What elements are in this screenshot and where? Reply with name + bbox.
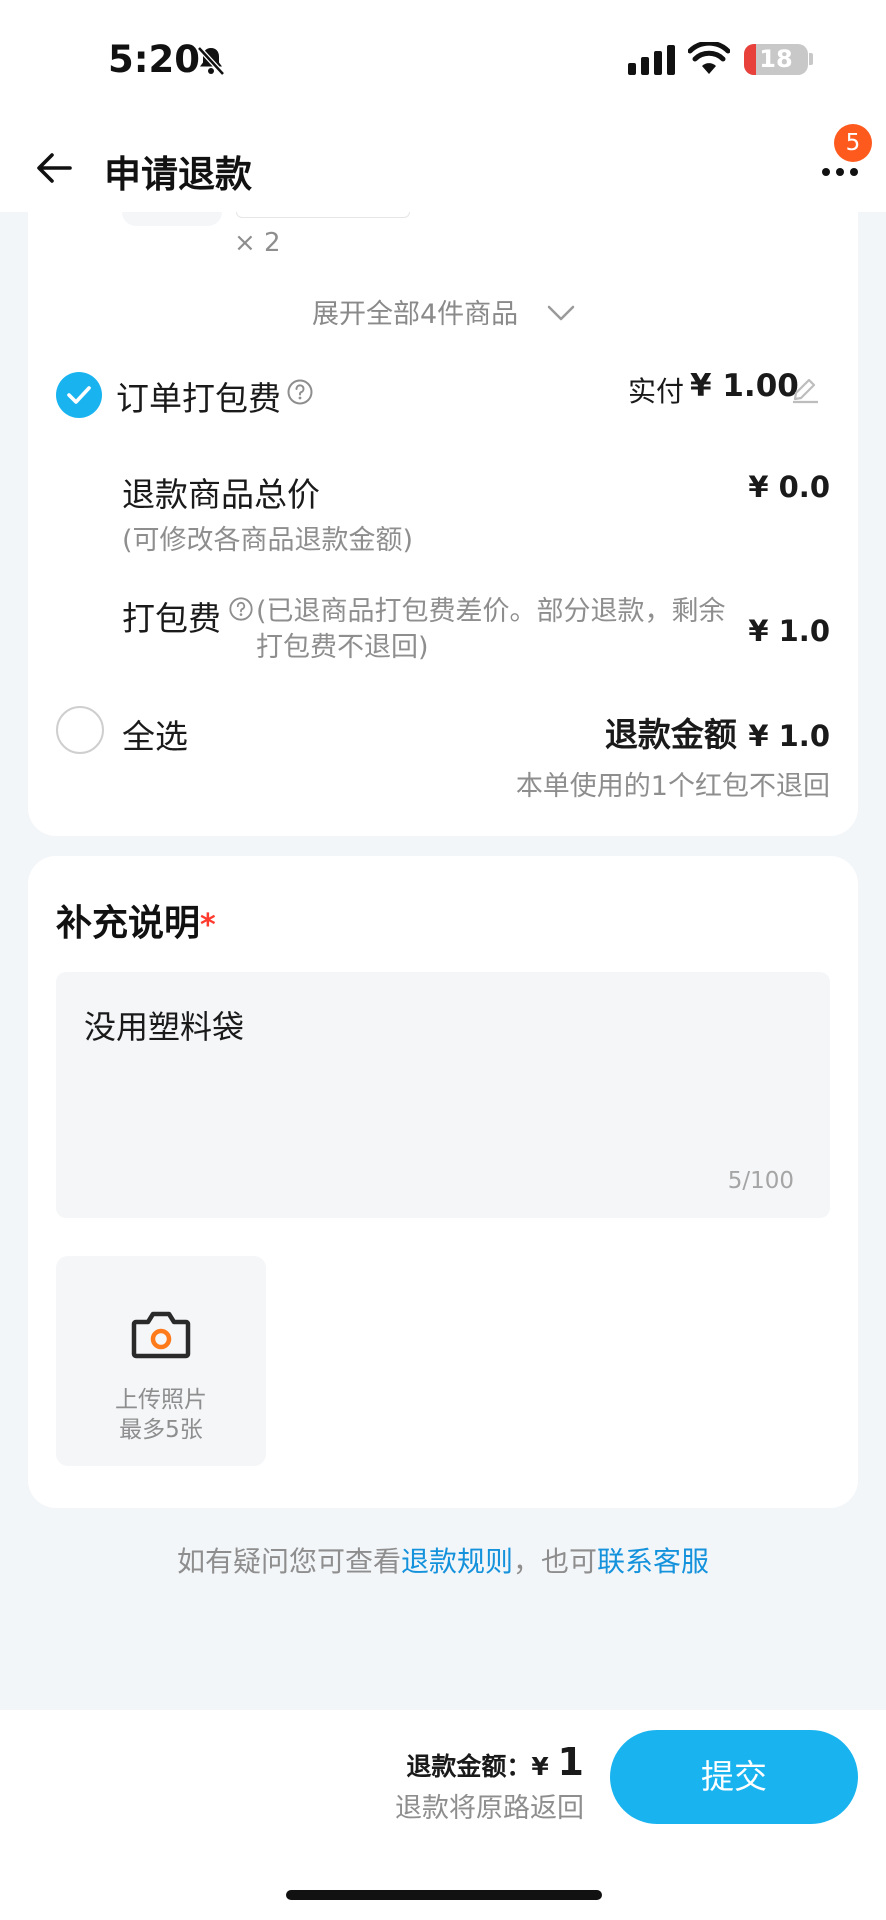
help-line: 如有疑问您可查看退款规则，也可联系客服 — [0, 1540, 886, 1580]
home-indicator[interactable] — [286, 1890, 602, 1900]
packing-fee-checkbox[interactable] — [56, 372, 102, 418]
battery-level: 18 — [759, 45, 793, 73]
select-all-label[interactable]: 全选 — [122, 710, 188, 758]
submit-button[interactable]: 提交 — [610, 1730, 858, 1824]
wifi-icon — [688, 42, 730, 74]
refund-amount-summary: 退款金额 ¥ 1.0 — [605, 708, 830, 756]
notification-badge: 5 — [834, 124, 872, 162]
description-text: 没用塑料袋 — [84, 1008, 245, 1046]
bell-muted-icon — [197, 46, 225, 76]
packing-fee-label: 订单打包费 — [116, 379, 281, 418]
footer-amount-label: 退款金额： — [406, 1752, 532, 1781]
fee-note: (已退商品打包费差价。部分退款，剩余打包费不退回) — [256, 596, 726, 663]
cellular-signal-icon — [628, 45, 675, 75]
expand-items-button[interactable]: 展开全部4件商品 — [312, 292, 518, 331]
status-time: 5:20 — [108, 38, 201, 81]
supplement-title-text: 补充说明 — [56, 903, 201, 944]
help-prefix: 如有疑问您可查看 — [176, 1545, 401, 1578]
upload-limit: 最多5张 — [119, 1417, 203, 1443]
paid-amount: ¥ 1.00 — [690, 368, 799, 404]
required-mark: * — [200, 908, 216, 943]
footer-amount: 退款金额：¥ 1 — [406, 1740, 584, 1784]
red-packet-note: 本单使用的1个红包不退回 — [515, 771, 830, 802]
help-circle-icon[interactable] — [286, 378, 314, 406]
refund-rules-link[interactable]: 退款规则 — [401, 1545, 513, 1578]
goods-total-label: 退款商品总价 — [122, 475, 320, 514]
upload-photo-button[interactable]: 上传照片 最多5张 — [56, 1256, 266, 1466]
contact-service-link[interactable]: 联系客服 — [597, 1545, 709, 1578]
description-textarea[interactable]: 没用塑料袋 5/100 — [56, 972, 830, 1218]
fee-value: ¥ 1.0 — [748, 614, 830, 648]
footer-currency: ¥ — [531, 1752, 549, 1781]
edit-pencil-icon[interactable] — [790, 372, 820, 404]
goods-total-hint: (可修改各商品退款金额) — [122, 525, 414, 556]
goods-total-value: ¥ 0.0 — [748, 470, 830, 504]
more-options-icon[interactable] — [818, 160, 866, 184]
bottom-bar: 退款金额：¥ 1 退款将原路返回 提交 — [0, 1710, 886, 1920]
footer-amount-value: 1 — [557, 1740, 584, 1784]
help-middle: ，也可 — [513, 1545, 598, 1578]
character-count: 5/100 — [727, 1168, 794, 1194]
checkmark-icon — [67, 386, 91, 404]
footer-note: 退款将原路返回 — [395, 1793, 584, 1824]
supplement-card: 补充说明* 没用塑料袋 5/100 上传照片 最多5张 — [28, 856, 858, 1508]
help-circle-icon[interactable] — [228, 596, 254, 622]
fee-label: 打包费 — [122, 599, 221, 638]
refund-amount-label: 退款金额 — [604, 715, 737, 754]
refund-amount-value: ¥ 1.0 — [748, 719, 830, 753]
product-spec-tag — [236, 212, 410, 218]
battery-icon: 18 — [744, 44, 808, 75]
paid-label: 实付 — [628, 375, 685, 408]
battery-cap — [809, 53, 813, 65]
camera-icon — [131, 1311, 191, 1359]
chevron-down-icon[interactable] — [546, 304, 576, 322]
supplement-title: 补充说明* — [56, 894, 216, 946]
nav-bar: 申请退款 5 — [0, 120, 886, 212]
product-thumbnail — [122, 212, 222, 226]
upload-label: 上传照片 — [115, 1387, 207, 1413]
status-bar: 5:20 18 — [0, 0, 886, 120]
select-all-checkbox[interactable] — [56, 706, 104, 754]
page-title: 申请退款 — [104, 153, 252, 196]
item-quantity: × 2 — [234, 228, 281, 258]
refund-items-card: × 2 展开全部4件商品 订单打包费 实付 ¥ 1.00 退款商品总价 (可修改… — [28, 212, 858, 836]
back-arrow-icon[interactable] — [34, 148, 74, 188]
